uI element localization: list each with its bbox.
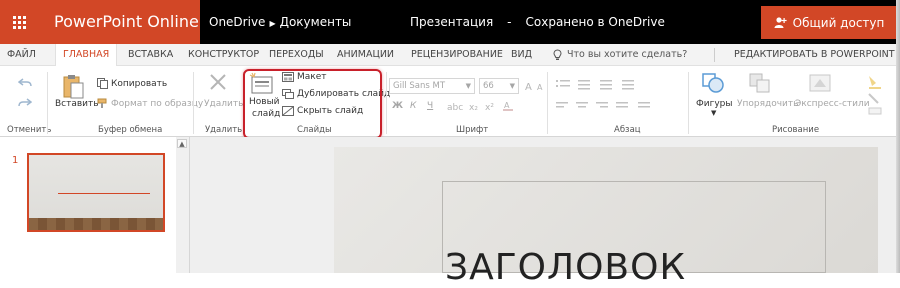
tell-me-label: Что вы хотите сделать? bbox=[567, 49, 688, 60]
group-divider bbox=[688, 72, 689, 134]
drawing-group-label: Рисование bbox=[772, 125, 820, 135]
thumbnail-scrollbar[interactable] bbox=[176, 137, 189, 273]
font-family-select[interactable]: Gill Sans MT ▼ bbox=[389, 78, 475, 94]
tab-transitions[interactable]: ПЕРЕХОДЫ bbox=[269, 44, 324, 66]
edit-in-powerpoint-button[interactable]: РЕДАКТИРОВАТЬ В POWERPOINT bbox=[734, 44, 895, 66]
tab-review[interactable]: РЕЦЕНЗИРОВАНИЕ bbox=[411, 44, 503, 66]
chevron-down-icon: ▼ bbox=[465, 82, 471, 90]
svg-text:A: A bbox=[537, 83, 543, 92]
undo-group-label: Отменить bbox=[7, 125, 52, 135]
paragraph-group-label: Абзац bbox=[614, 125, 641, 135]
font-format-icons[interactable]: abc x₂ x² A bbox=[447, 100, 527, 112]
undo-icon[interactable] bbox=[18, 77, 32, 89]
slide-number: 1 bbox=[12, 155, 19, 166]
shapes-icon[interactable] bbox=[701, 72, 725, 94]
paste-icon[interactable] bbox=[62, 73, 84, 99]
group-divider bbox=[47, 72, 48, 134]
italic-button[interactable]: К bbox=[410, 101, 416, 111]
copy-icon bbox=[97, 78, 108, 89]
font-family-value: Gill Sans MT bbox=[393, 81, 446, 91]
format-painter-icon bbox=[97, 98, 107, 108]
delete-x-icon[interactable] bbox=[209, 73, 227, 91]
lightbulb-icon bbox=[553, 49, 562, 60]
delete-group-label: Удалить bbox=[205, 125, 243, 135]
slide-thumbnail[interactable] bbox=[27, 153, 165, 232]
redo-icon[interactable] bbox=[18, 97, 32, 109]
top-bar: PowerPoint Online OneDrive ▶ Документы Пре… bbox=[0, 0, 900, 44]
title-separator: - bbox=[507, 15, 512, 29]
svg-text:A: A bbox=[525, 82, 532, 92]
arrange-button[interactable]: Упорядочить bbox=[737, 99, 798, 109]
tab-animations[interactable]: АНИМАЦИИ bbox=[337, 44, 394, 66]
document-title[interactable]: Презентация bbox=[410, 15, 493, 29]
clipboard-group-label: Буфер обмена bbox=[98, 125, 163, 135]
paste-button[interactable]: Вставить bbox=[55, 99, 99, 109]
share-label: Общий доступ bbox=[792, 15, 885, 30]
svg-text:abc: abc bbox=[447, 103, 463, 112]
chevron-down-icon: ▼ bbox=[509, 82, 515, 90]
font-size-value: 66 bbox=[483, 81, 494, 91]
quick-styles-button[interactable]: Экспресс-стили bbox=[795, 99, 870, 109]
svg-text:x²: x² bbox=[485, 103, 494, 112]
tab-design[interactable]: КОНСТРУКТОР bbox=[188, 44, 259, 66]
group-divider bbox=[386, 72, 387, 134]
slides-group-highlight bbox=[243, 69, 382, 139]
font-grow-shrink-icon[interactable]: AA bbox=[525, 80, 549, 92]
bold-button[interactable]: Ж bbox=[392, 101, 403, 111]
waffle-icon bbox=[12, 15, 26, 29]
tab-view[interactable]: ВИД bbox=[511, 44, 532, 66]
add-person-icon bbox=[774, 17, 787, 28]
ribbon-tabs: ФАЙЛ ГЛАВНАЯ ВСТАВКА КОНСТРУКТОР ПЕРЕХОД… bbox=[0, 44, 900, 67]
copy-button[interactable]: Копировать bbox=[111, 79, 167, 89]
group-divider bbox=[193, 72, 194, 134]
underline-button[interactable]: Ч bbox=[427, 101, 433, 111]
tab-insert[interactable]: ВСТАВКА bbox=[128, 44, 173, 66]
shape-format-icons[interactable] bbox=[866, 74, 888, 116]
delete-button[interactable]: Удалить bbox=[204, 99, 243, 109]
svg-text:A: A bbox=[504, 101, 510, 110]
breadcrumb-onedrive[interactable]: OneDrive bbox=[209, 15, 265, 29]
breadcrumb: OneDrive ▶ Документы bbox=[209, 0, 351, 44]
format-painter-button[interactable]: Формат по образцу bbox=[111, 99, 203, 109]
app-launcher-button[interactable] bbox=[0, 0, 38, 44]
group-divider bbox=[547, 72, 548, 134]
thumbnail-floor bbox=[29, 218, 163, 230]
window-edge bbox=[896, 0, 900, 273]
quick-styles-icon[interactable] bbox=[808, 72, 832, 94]
arrange-icon[interactable] bbox=[748, 72, 772, 94]
svg-text:x₂: x₂ bbox=[469, 103, 478, 112]
breadcrumb-arrow-icon: ▶ bbox=[269, 19, 276, 28]
paragraph-icons[interactable] bbox=[556, 78, 686, 114]
shapes-button[interactable]: Фигуры bbox=[696, 99, 732, 109]
share-button[interactable]: Общий доступ bbox=[761, 6, 897, 39]
document-title-area: Презентация - Сохранено в OneDrive bbox=[410, 0, 665, 44]
save-status: Сохранено в OneDrive bbox=[525, 15, 665, 29]
slide-title[interactable]: ЗАГОЛОВОК bbox=[445, 248, 686, 288]
app-name[interactable]: PowerPoint Online bbox=[38, 0, 200, 44]
chevron-down-icon[interactable]: ▼ bbox=[711, 109, 716, 117]
tell-me-box[interactable]: Что вы хотите сделать? bbox=[553, 44, 687, 66]
scroll-up-arrow-icon[interactable]: ▲ bbox=[177, 139, 187, 148]
thumbnail-title-line bbox=[58, 193, 150, 194]
font-group-label: Шрифт bbox=[456, 125, 489, 135]
font-size-select[interactable]: 66 ▼ bbox=[479, 78, 519, 94]
tab-home[interactable]: ГЛАВНАЯ bbox=[55, 44, 118, 67]
tab-divider bbox=[714, 48, 715, 62]
breadcrumb-documents[interactable]: Документы bbox=[280, 15, 352, 29]
tab-file[interactable]: ФАЙЛ bbox=[7, 44, 36, 66]
ribbon: Отменить Вставить Копировать Формат по о… bbox=[0, 66, 900, 137]
